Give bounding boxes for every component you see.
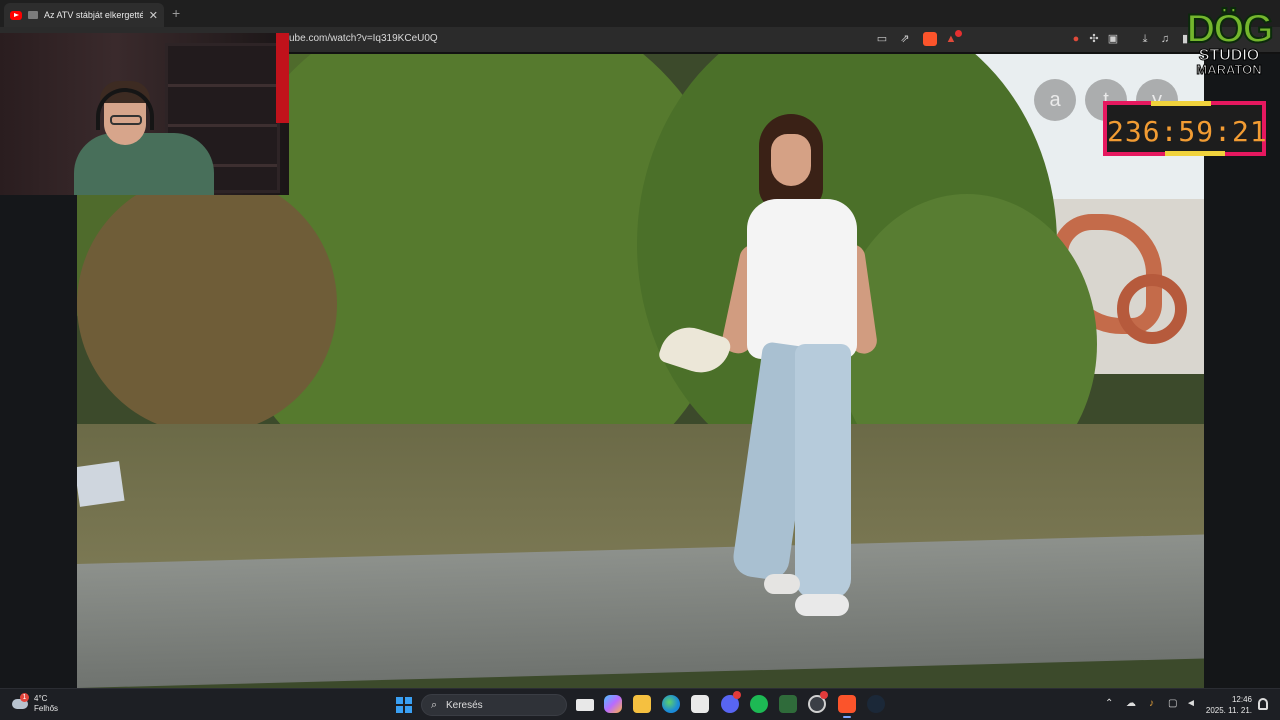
youtube-favicon-icon (10, 10, 22, 20)
timer-value: 236:59:21 (1107, 115, 1268, 148)
media-controls-icon[interactable]: ♫ (1159, 33, 1171, 45)
store-icon[interactable] (691, 695, 709, 713)
windows-taskbar: 1 4°C Felhős ⌕ Keresés ⌃ ☁ ♪ ▢ ◄ 12:46 2… (0, 688, 1280, 720)
cast-icon[interactable]: ▭ (876, 33, 888, 45)
sidebar-icon[interactable]: ▣ (1107, 33, 1119, 45)
brave-browser-icon[interactable] (838, 695, 856, 718)
logo-line1: DÖG (1185, 7, 1274, 51)
file-explorer-icon[interactable] (633, 695, 651, 713)
tab-close-icon[interactable]: ✕ (149, 9, 158, 22)
reporter-shoe (795, 594, 849, 616)
spotify-icon[interactable] (750, 695, 768, 713)
brave-shields-icon[interactable] (923, 32, 937, 46)
tab-audio-icon[interactable] (28, 11, 38, 19)
browser-tab[interactable]: Az ATV stábját elkergették, a ✕ (4, 3, 164, 27)
task-view-icon[interactable] (576, 699, 594, 711)
search-icon: ⌕ (431, 699, 438, 711)
taskbar-search[interactable]: ⌕ Keresés (421, 694, 567, 716)
weather-widget[interactable]: 1 4°C Felhős (12, 693, 59, 714)
network-icon[interactable]: ▢ (1168, 698, 1177, 709)
extensions-puzzle-icon[interactable]: ✣ (1088, 33, 1100, 45)
share-icon[interactable]: ⇗ (899, 33, 911, 45)
tray-overflow-icon[interactable]: ⌃ (1105, 698, 1113, 709)
cloud-icon: 1 (12, 693, 29, 709)
weather-description: Felhős (34, 704, 59, 713)
reporter-figure (657, 104, 887, 616)
discord-badge (733, 691, 741, 699)
litter (77, 461, 125, 507)
download-icon[interactable]: ⤓ (1139, 33, 1151, 45)
weather-temperature: 4°C (34, 694, 48, 703)
shaded-ground (77, 174, 337, 434)
windows-logo-icon (396, 697, 403, 704)
browser-tab-strip: Az ATV stábját elkergették, a ✕ + (0, 0, 1280, 27)
excel-icon[interactable] (779, 695, 797, 713)
webcam-red-panel (276, 33, 289, 123)
taskbar-clock[interactable]: 12:46 2025. 11. 21. (1200, 694, 1252, 716)
marathon-timer: 236:59:21 (1103, 101, 1268, 156)
logo-line2: STUDIO (1198, 47, 1260, 64)
address-bar-url[interactable]: ube.com/watch?v=Iq319KCeU0Q (289, 33, 438, 44)
volume-icon[interactable]: ◄ (1186, 698, 1196, 709)
stream-logo: DÖG STUDIO MARATON (1185, 7, 1274, 77)
tab-title: Az ATV stábját elkergették, a (44, 10, 143, 20)
notification-bell-icon[interactable] (1258, 698, 1268, 710)
clock-date: 2025. 11. 21. (1205, 706, 1252, 715)
obs-badge (820, 691, 828, 699)
new-tab-button[interactable]: + (172, 5, 180, 21)
copilot-icon[interactable] (604, 695, 622, 713)
start-button[interactable] (396, 697, 412, 713)
streamer-glasses (110, 115, 142, 125)
reporter-jeans (795, 344, 851, 599)
graffiti-shape (1117, 274, 1187, 344)
microphone-icon[interactable]: ♪ (1149, 698, 1154, 709)
desktop-screen: Az ATV stábját elkergették, a ✕ + ube.co… (0, 0, 1280, 720)
streamer-hoodie (74, 133, 214, 195)
search-placeholder: Keresés (446, 700, 483, 711)
streamer-webcam (0, 33, 289, 195)
logo-line3: MARATON (1196, 62, 1262, 77)
reporter-shoe (764, 574, 800, 594)
steam-icon[interactable] (867, 695, 885, 713)
onedrive-icon[interactable]: ☁ (1126, 698, 1136, 709)
video-overlay-button[interactable]: a (1034, 79, 1076, 121)
letterbox-left (0, 195, 77, 688)
reporter-shirt (747, 199, 857, 359)
edge-icon[interactable] (662, 695, 680, 713)
reporter-face (771, 134, 811, 186)
timer-accent (1151, 101, 1211, 106)
extension-recorder-icon[interactable]: ● (1070, 33, 1082, 45)
rewards-badge (955, 30, 962, 37)
clock-time: 12:46 (1231, 695, 1252, 704)
weather-badge: 1 (20, 693, 29, 702)
timer-accent (1165, 151, 1225, 156)
